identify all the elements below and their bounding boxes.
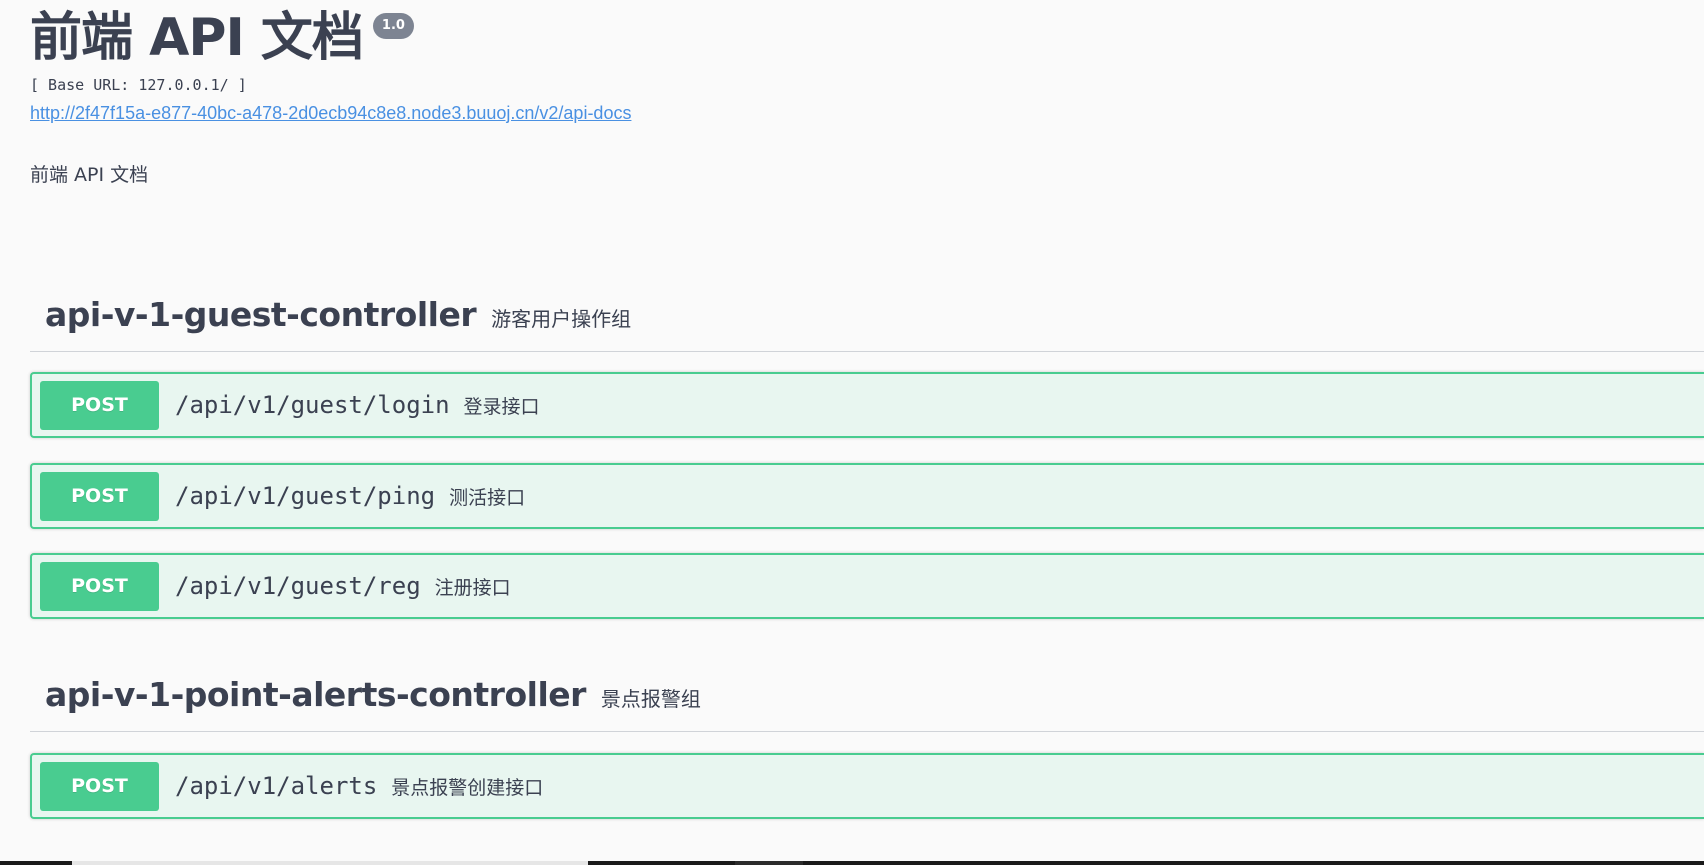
operation-summary: 注册接口 [434,576,511,599]
tag-name: api-v-1-guest-controller [45,295,477,334]
tag-description: 游客用户操作组 [491,307,632,331]
api-docs-link[interactable]: http://2f47f15a-e877-40bc-a478-2d0ecb94c… [30,102,631,124]
tag-name: api-v-1-point-alerts-controller [45,675,586,714]
scrollbar-thumb[interactable] [72,861,588,865]
scrollbar-segment [735,861,803,865]
operation-summary: 景点报警创建接口 [391,776,544,799]
method-badge: POST [40,380,159,430]
operation-guest-ping[interactable]: POST /api/v1/guest/ping 测活接口 [30,463,1704,529]
page-title: 前端 API 文档 [30,8,364,68]
base-url: [ Base URL: 127.0.0.1/ ] [30,76,247,94]
operation-path: /api/v1/guest/reg [175,572,421,600]
tag-section-guest: api-v-1-guest-controller 游客用户操作组 POST /a… [30,278,1704,619]
operation-summary: 登录接口 [463,395,540,418]
method-badge: POST [40,471,159,521]
horizontal-scrollbar[interactable] [0,861,1704,865]
api-description: 前端 API 文档 [30,164,149,186]
version-badge: 1.0 [372,13,414,39]
operation-path: /api/v1/alerts [175,772,378,800]
tag-section-point-alerts: api-v-1-point-alerts-controller 景点报警组 PO… [30,658,1704,824]
operation-summary: 测活接口 [449,486,526,509]
operation-path: /api/v1/guest/login [175,391,450,419]
tag-header-point-alerts[interactable]: api-v-1-point-alerts-controller 景点报警组 [30,658,1704,732]
title-row: 前端 API 文档 1.0 [30,0,631,76]
operation-guest-reg[interactable]: POST /api/v1/guest/reg 注册接口 [30,553,1704,619]
method-badge: POST [40,761,159,811]
tag-header-guest[interactable]: api-v-1-guest-controller 游客用户操作组 [30,278,1704,352]
operation-guest-login[interactable]: POST /api/v1/guest/login 登录接口 [30,372,1704,438]
method-badge: POST [40,561,159,611]
operation-path: /api/v1/guest/ping [175,482,436,510]
operation-alerts[interactable]: POST /api/v1/alerts 景点报警创建接口 [30,753,1704,819]
api-info: 前端 API 文档 1.0 [ Base URL: 127.0.0.1/ ] h… [30,0,631,124]
tag-description: 景点报警组 [600,687,701,711]
